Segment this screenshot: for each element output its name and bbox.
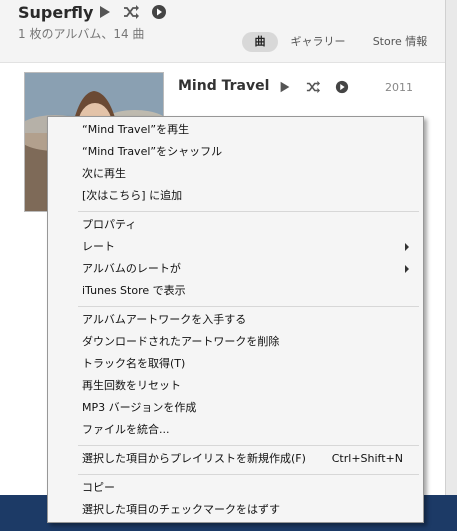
artist-header: Superfly 1 枚のアルバム、14 曲 曲 ギャラリー Store 情報 [0,0,445,63]
menu-item-rating[interactable]: レート [82,236,115,258]
artist-summary: 1 枚のアルバム、14 曲 [18,27,145,41]
more-options-icon[interactable] [151,4,167,20]
menu-item-create-mp3[interactable]: MP3 バージョンを作成 [82,397,196,419]
menu-separator [78,306,419,307]
context-menu: “Mind Travel”を再生 “Mind Travel”をシャッフル 次に再… [47,116,424,523]
menu-item-show-in-store[interactable]: iTunes Store で表示 [82,280,186,302]
menu-separator [78,474,419,475]
menu-item-add-to-up-next[interactable]: [次はこちら] に追加 [82,185,182,207]
submenu-arrow-icon [405,265,409,273]
tab-songs[interactable]: 曲 [242,32,278,52]
menu-item-uncheck-selection[interactable]: 選択した項目のチェックマークをはずす [82,499,280,521]
menu-item-get-track-names[interactable]: トラック名を取得(T) [82,353,185,375]
menu-item-properties[interactable]: プロパティ [82,214,136,236]
menu-item-play-next[interactable]: 次に再生 [82,163,126,185]
tab-store-info[interactable]: Store 情報 [366,32,434,52]
album-more-icon[interactable] [335,80,349,94]
artist-title: Superfly [18,3,94,22]
menu-separator [78,445,419,446]
menu-item-consolidate[interactable]: ファイルを統合... [82,419,170,441]
shuffle-icon[interactable] [123,4,139,20]
menu-item-copy[interactable]: コピー [82,477,115,499]
menu-separator [78,211,419,212]
menu-item-new-playlist[interactable]: 選択した項目からプレイリストを新規作成(F) [82,448,306,470]
menu-item-new-playlist-shortcut: Ctrl+Shift+N [331,452,403,465]
play-icon[interactable] [97,4,113,20]
menu-item-shuffle-album[interactable]: “Mind Travel”をシャッフル [82,141,222,163]
menu-item-get-artwork[interactable]: アルバムアートワークを入手する [82,309,246,331]
menu-gutter [48,117,76,522]
tab-gallery[interactable]: ギャラリー [289,32,347,52]
menu-item-album-rating[interactable]: アルバムのレートが [82,258,181,280]
album-play-icon[interactable] [278,80,292,94]
submenu-arrow-icon [405,243,409,251]
menu-item-delete-artwork[interactable]: ダウンロードされたアートワークを削除 [82,331,279,353]
album-shuffle-icon[interactable] [305,80,321,94]
scrollbar[interactable] [445,0,457,503]
menu-item-play-album[interactable]: “Mind Travel”を再生 [82,119,189,141]
album-year: 2011 [385,81,413,94]
album-title[interactable]: Mind Travel [178,78,269,94]
menu-item-reset-plays[interactable]: 再生回数をリセット [82,375,181,397]
